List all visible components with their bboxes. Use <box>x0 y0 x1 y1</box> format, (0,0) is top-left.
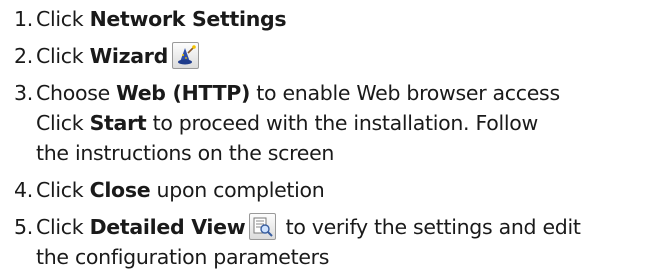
step-text: Click Wizard <box>36 41 659 71</box>
close-label: Close <box>89 178 151 202</box>
step-number: 3. <box>14 81 33 105</box>
detailed-view-label: Detailed View <box>89 215 246 239</box>
step-number: 5. <box>14 215 33 239</box>
network-settings-label: Network Settings <box>89 7 287 31</box>
step-number: 1. <box>14 7 33 31</box>
step-text: Click Network Settings <box>36 4 659 34</box>
step-text-pre: Click <box>36 44 90 68</box>
wizard-label: Wizard <box>89 44 169 68</box>
step-text-line-2: Click Start to proceed with the installa… <box>36 108 659 138</box>
step-text-pre: Choose <box>36 81 117 105</box>
step-text: Choose Web (HTTP) to enable Web browser … <box>36 78 659 108</box>
step-2: 2. Click Wizard <box>14 41 659 71</box>
step-text-post: to verify the settings and edit <box>279 215 581 239</box>
step-text: Click Detailed View to verify the settin… <box>36 212 659 242</box>
step-text-line-3: the instructions on the screen <box>36 141 335 165</box>
start-label: Start <box>89 111 147 135</box>
steps-list: 1. Click Network Settings 2. Click Wizar… <box>14 4 659 279</box>
step-text-post: upon completion <box>150 178 325 202</box>
step-text-pre: Click <box>36 111 90 135</box>
step-3: 3. Choose Web (HTTP) to enable Web brows… <box>14 78 659 168</box>
wizard-icon <box>171 42 199 69</box>
step-5: 5. Click Detailed View to verify the set… <box>14 212 659 272</box>
step-text-post: to proceed with the installation. Follow <box>146 111 539 135</box>
step-4: 4. Click Close upon completion <box>14 175 659 205</box>
step-text-pre: Click <box>36 178 90 202</box>
step-text: Click Close upon completion <box>36 175 659 205</box>
step-text-pre: Click <box>36 7 90 31</box>
step-text-post: to enable Web browser access <box>250 81 560 105</box>
step-text-line-2: the configuration parameters <box>36 245 330 269</box>
step-number: 2. <box>14 44 33 68</box>
web-http-label: Web (HTTP) <box>116 81 251 105</box>
instructions-page: 1. Click Network Settings 2. Click Wizar… <box>0 0 663 280</box>
step-text-pre: Click <box>36 215 90 239</box>
step-1: 1. Click Network Settings <box>14 4 659 34</box>
step-number: 4. <box>14 178 33 202</box>
detailed-view-icon <box>249 213 277 240</box>
